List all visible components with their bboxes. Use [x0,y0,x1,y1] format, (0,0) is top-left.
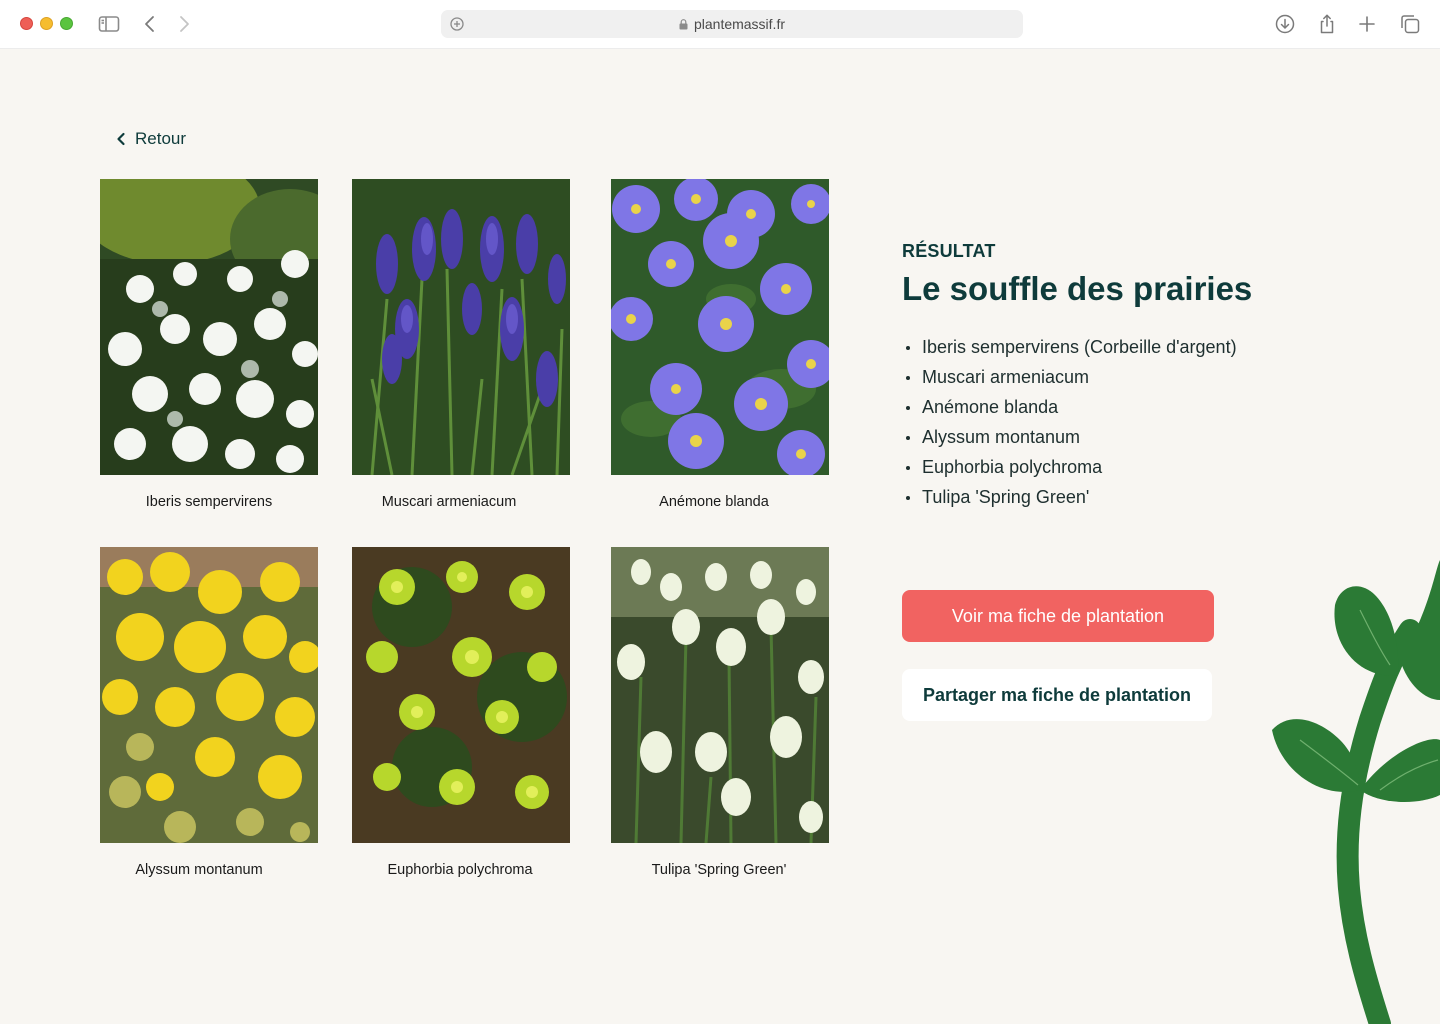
result-title: Le souffle des prairies [902,270,1253,307]
plant-caption: Anémone blanda [659,494,769,510]
list-item: Iberis sempervirens (Corbeille d'argent) [902,333,1237,363]
forward-arrow-icon[interactable] [172,12,196,36]
lime-green-euphorbia-photo [352,547,570,843]
white-flower-photo [100,179,318,475]
plant-card[interactable]: Euphorbia polychroma [352,547,570,878]
tab-overview-icon[interactable] [1398,12,1422,36]
back-arrow-icon[interactable] [138,12,162,36]
plant-caption: Tulipa 'Spring Green' [651,862,787,878]
browser-toolbar: plantemassif.fr [0,0,1440,49]
minimize-window-button[interactable] [40,17,53,30]
back-link[interactable]: Retour [116,127,186,151]
result-kicker: RÉSULTAT [902,241,996,261]
sidebar-toggle-icon[interactable] [97,12,121,36]
blue-grape-hyacinth-photo [352,179,570,475]
download-icon[interactable] [1273,12,1297,36]
plant-card[interactable]: Alyssum montanum [100,547,318,878]
white-tulip-photo [611,547,829,843]
list-item: Alyssum montanum [902,423,1237,453]
plant-card[interactable]: Muscari armeniacum [352,179,570,510]
plant-caption: Alyssum montanum [135,862,263,878]
plant-card[interactable]: Tulipa 'Spring Green' [611,547,829,878]
plant-card[interactable]: Anémone blanda [611,179,829,510]
lock-icon [679,19,688,30]
list-item: Anémone blanda [902,393,1237,423]
new-tab-plus-icon[interactable] [1355,12,1379,36]
plant-caption: Euphorbia polychroma [387,862,533,878]
share-planting-sheet-button[interactable]: Partager ma fiche de plantation [902,669,1212,721]
zoom-window-button[interactable] [60,17,73,30]
decorative-sprout-illustration [1260,550,1440,1024]
close-window-button[interactable] [20,17,33,30]
plant-caption: Iberis sempervirens [145,494,273,510]
list-item: Muscari armeniacum [902,363,1237,393]
yellow-flower-photo [100,547,318,843]
purple-daisy-photo [611,179,829,475]
url-display: plantemassif.fr [441,16,1023,32]
list-item: Tulipa 'Spring Green' [902,483,1237,513]
view-planting-sheet-button[interactable]: Voir ma fiche de plantation [902,590,1214,642]
chevron-left-icon [117,132,125,146]
url-text: plantemassif.fr [693,16,786,32]
plant-card[interactable]: Iberis sempervirens [100,179,318,510]
back-link-label: Retour [135,129,187,148]
plant-list: Iberis sempervirens (Corbeille d'argent)… [902,333,1237,513]
share-icon[interactable] [1315,12,1339,36]
address-bar[interactable]: plantemassif.fr [441,10,1023,38]
plant-caption: Muscari armeniacum [381,494,517,510]
list-item: Euphorbia polychroma [902,453,1237,483]
